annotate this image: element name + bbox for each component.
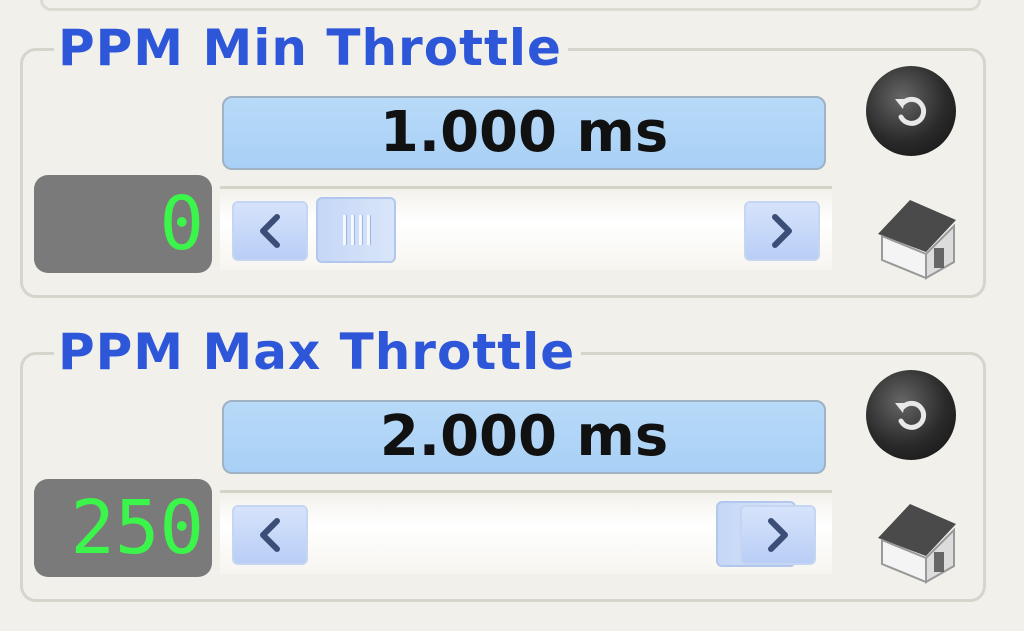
chevron-right-icon bbox=[768, 518, 788, 552]
group-title: PPM Min Throttle bbox=[54, 20, 568, 76]
grip-line bbox=[358, 215, 362, 245]
throttle-slider[interactable] bbox=[220, 186, 832, 270]
slider-thumb[interactable] bbox=[316, 197, 396, 263]
reset-button[interactable] bbox=[866, 370, 956, 460]
scroll-left-button[interactable] bbox=[232, 505, 308, 565]
undo-icon bbox=[895, 400, 927, 430]
chevron-right-icon bbox=[772, 214, 792, 248]
previous-group-border bbox=[40, 0, 981, 11]
lcd-readout: 0 bbox=[34, 175, 212, 273]
lcd-readout: 250 bbox=[34, 479, 212, 577]
home-button[interactable] bbox=[870, 494, 964, 586]
value-display: 2.000 ms bbox=[222, 400, 826, 474]
undo-icon bbox=[895, 96, 927, 126]
home-button[interactable] bbox=[870, 190, 964, 282]
chevron-left-icon bbox=[260, 214, 280, 248]
grip-line bbox=[342, 215, 346, 245]
throttle-slider[interactable] bbox=[220, 490, 832, 574]
home-icon bbox=[878, 200, 956, 280]
scroll-left-button[interactable] bbox=[232, 201, 308, 261]
grip-line bbox=[366, 215, 370, 245]
chevron-left-icon bbox=[260, 518, 280, 552]
scroll-right-button[interactable] bbox=[744, 201, 820, 261]
reset-button[interactable] bbox=[866, 66, 956, 156]
group-title: PPM Max Throttle bbox=[54, 324, 582, 380]
home-icon bbox=[878, 504, 956, 584]
scroll-right-button[interactable] bbox=[740, 505, 816, 565]
value-display: 1.000 ms bbox=[222, 96, 826, 170]
grip-line bbox=[350, 215, 354, 245]
